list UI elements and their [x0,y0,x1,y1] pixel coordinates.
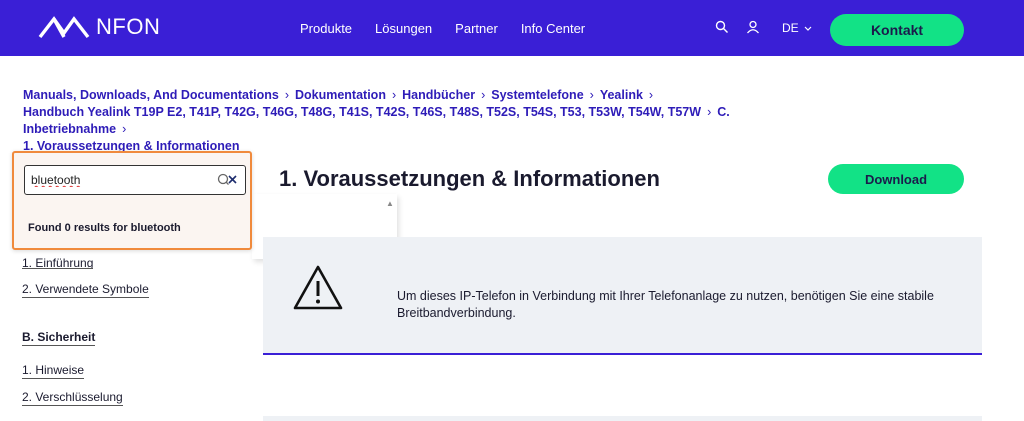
breadcrumb-separator: › [284,88,289,102]
breadcrumb-item[interactable]: Systemtelefone [491,88,583,102]
breadcrumb-separator: › [589,88,594,102]
search-panel: Found 0 results for bluetooth [12,151,252,250]
breadcrumb-separator: › [481,88,486,102]
breadcrumb-separator: › [648,88,654,102]
sidebar-item-symbole[interactable]: 2. Verwendete Symbole [22,282,149,298]
page-title: 1. Voraussetzungen & Informationen [279,166,660,191]
next-section-box [263,416,982,421]
language-selector[interactable]: DE [782,21,812,35]
chevron-down-icon [804,26,812,31]
top-nav: NFON Produkte Lösungen Partner Info Cent… [0,0,1024,56]
kontakt-button[interactable]: Kontakt [830,14,964,46]
search-results-text: Found 0 results for bluetooth [28,222,181,234]
nav-link-info-center[interactable]: Info Center [521,21,585,36]
main-menu: Produkte Lösungen Partner Info Center [300,0,608,56]
clear-search-icon[interactable] [215,172,239,190]
breadcrumb-separator: › [391,88,397,102]
notice-box: Um dieses IP-Telefon in Verbindung mit I… [263,237,982,355]
nfon-logo-icon [38,16,90,39]
nav-link-loesungen[interactable]: Lösungen [375,21,432,36]
sidebar-section-sicherheit[interactable]: B. Sicherheit [22,330,96,346]
warning-icon [292,263,344,316]
nav-link-partner[interactable]: Partner [455,21,498,36]
breadcrumb-separator: › [707,105,712,119]
logo-text: NFON [96,14,161,39]
breadcrumb-item[interactable]: Dokumentation [295,88,386,102]
breadcrumb-item[interactable]: Handbücher [402,88,475,102]
user-icon[interactable] [746,20,760,39]
nav-link-produkte[interactable]: Produkte [300,21,352,36]
sidebar-item-einfuehrung[interactable]: 1. Einführung [22,256,94,269]
search-input[interactable] [31,171,211,189]
search-icon[interactable] [715,20,729,39]
breadcrumb-separator: › [122,122,127,136]
notice-text: Um dieses IP-Telefon in Verbindung mit I… [397,289,934,320]
breadcrumb-item[interactable]: Yealink [600,88,643,102]
breadcrumb: Manuals, Downloads, And Documentations › D… [23,87,803,155]
sidebar-item-hinweise[interactable]: 1. Hinweise [22,363,85,379]
language-label: DE [782,21,799,35]
nfon-logo[interactable]: NFON [38,14,160,40]
download-button[interactable]: Download [828,164,964,194]
scroll-up-arrow[interactable]: ▲ [386,199,394,208]
sidebar-item-verschluesselung[interactable]: 2. Verschlüsselung [22,390,123,406]
breadcrumb-item[interactable]: Handbuch Yealink T19P E2, T41P, T42G, T4… [23,105,701,119]
search-box [24,165,246,195]
breadcrumb-item[interactable]: Manuals, Downloads, And Documentations [23,88,279,102]
